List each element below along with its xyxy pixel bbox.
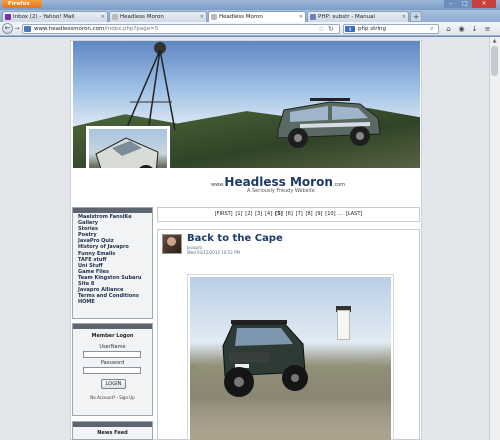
- sidebar-item-home[interactable]: HOME: [78, 299, 152, 305]
- sidebar-menu-list: Maelstrom FansiKe Gallery Stories Poetry…: [78, 214, 152, 305]
- site-identity-icon[interactable]: [24, 26, 31, 32]
- url-bar[interactable]: www.headlessmoron.com/index.php?page=5: [22, 24, 340, 34]
- tab-close-icon[interactable]: ✕: [402, 12, 406, 22]
- bookmark-star-icon[interactable]: ☆: [318, 24, 328, 34]
- page-link[interactable]: [4]: [265, 211, 272, 217]
- logo-prefix: www.: [211, 182, 225, 188]
- news-feed-title: News Feed: [97, 430, 128, 436]
- tab-close-icon[interactable]: ✕: [299, 12, 303, 22]
- suv-illustration: [277, 98, 381, 148]
- username-label: UserName: [99, 344, 126, 350]
- url-path: /index.php?page=5: [104, 26, 159, 32]
- site-logo[interactable]: www.Headless Moron.com: [211, 175, 345, 189]
- page-link[interactable]: [3]: [255, 211, 262, 217]
- addon-icon[interactable]: ◉: [457, 25, 466, 34]
- password-field[interactable]: [83, 367, 141, 374]
- page-link[interactable]: [9]: [315, 211, 322, 217]
- tower-illustration: [124, 42, 176, 132]
- search-icon[interactable]: ⌕: [430, 24, 438, 34]
- tab-label: PHP: substr - Manual: [318, 14, 375, 20]
- forward-icon[interactable]: →: [13, 25, 21, 33]
- page-icon: [211, 14, 217, 20]
- scrollbar-thumb[interactable]: [491, 46, 498, 76]
- pagination: [FIRST] [1] [2] [3] [4] [5] [6] [7] [8] …: [157, 211, 420, 217]
- page-last-link[interactable]: [LAST]: [346, 211, 362, 217]
- logo-name: Headless Moron: [224, 175, 333, 189]
- page-current: [5]: [274, 211, 283, 217]
- page-icon: [112, 14, 118, 20]
- post-suv-illustration: [222, 320, 308, 397]
- page-ellipsis: ...: [338, 211, 344, 217]
- page-link[interactable]: [6]: [286, 211, 293, 217]
- url-domain: www.headlessmoron.com: [34, 26, 105, 32]
- yahoo-icon: [5, 14, 11, 20]
- reload-icon[interactable]: ↻: [328, 24, 338, 34]
- menu-icon[interactable]: ≡: [483, 25, 492, 34]
- minimize-icon[interactable]: –: [444, 0, 458, 8]
- page-link[interactable]: [2]: [245, 211, 252, 217]
- vertical-scrollbar[interactable]: [489, 37, 500, 440]
- avatar-face: [167, 237, 176, 246]
- username-field[interactable]: [83, 351, 141, 358]
- page-link[interactable]: [1]: [235, 211, 242, 217]
- page-link[interactable]: [10]: [325, 211, 335, 217]
- logo-suffix: .com: [332, 182, 346, 188]
- login-title: Member Logon: [91, 333, 134, 339]
- tab-label: Headless Moron: [120, 14, 164, 20]
- maximize-icon[interactable]: □: [458, 0, 472, 8]
- search-input[interactable]: php string: [343, 24, 439, 34]
- lighthouse: [337, 310, 350, 340]
- tab-headless-moron-1[interactable]: Headless Moron ✕: [109, 11, 207, 22]
- window-titlebar: [0, 0, 500, 10]
- tab-label: Headless Moron: [219, 14, 263, 20]
- google-icon[interactable]: g: [345, 26, 355, 32]
- scroll-up-icon[interactable]: ▲: [490, 38, 499, 45]
- close-icon[interactable]: ✕: [472, 0, 496, 8]
- tab-close-icon[interactable]: ✕: [101, 12, 105, 22]
- tab-close-icon[interactable]: ✕: [200, 12, 204, 22]
- page-link[interactable]: [8]: [306, 211, 313, 217]
- php-icon: [310, 14, 316, 20]
- page-link[interactable]: [7]: [296, 211, 303, 217]
- tab-yahoo-mail[interactable]: Inbox (2) - Yahoo! Mail ✕: [2, 11, 108, 22]
- tab-label: Inbox (2) - Yahoo! Mail: [13, 14, 75, 20]
- password-label: Password: [100, 360, 125, 366]
- tab-php-manual[interactable]: PHP: substr - Manual ✕: [307, 11, 409, 22]
- signup-link[interactable]: No Account? - Sign Up: [72, 395, 153, 400]
- page-first-link[interactable]: [FIRST]: [215, 211, 233, 217]
- back-icon[interactable]: ←: [2, 23, 13, 34]
- firefox-menu-button[interactable]: Firefox: [2, 0, 42, 8]
- download-icon[interactable]: ↓: [470, 25, 479, 34]
- home-icon[interactable]: ⌂: [444, 25, 453, 34]
- site-tagline: A Seriously Freudy Website: [247, 188, 315, 194]
- post-title[interactable]: Back to the Cape: [187, 233, 283, 244]
- tab-headless-moron-2[interactable]: Headless Moron ✕: [208, 11, 306, 22]
- login-button[interactable]: LOGIN: [101, 379, 126, 389]
- post-date: Wed 03/12/2012 10:52 PM: [187, 250, 240, 255]
- new-tab-button[interactable]: +: [410, 11, 422, 22]
